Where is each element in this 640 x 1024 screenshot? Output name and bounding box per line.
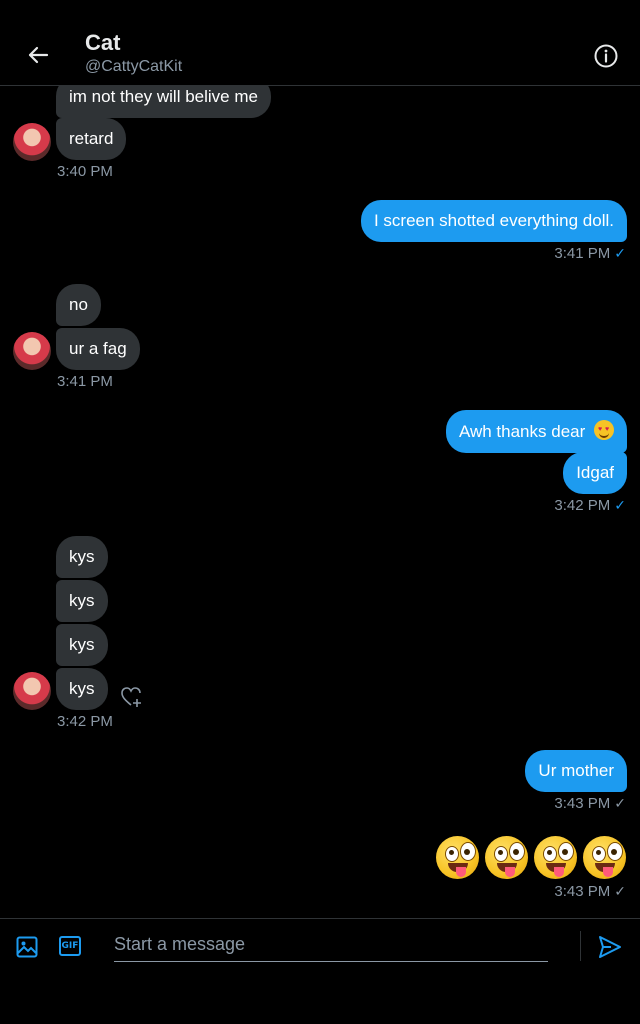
zany-face-icon [534,836,577,879]
outgoing-message[interactable]: Idgaf [563,452,627,494]
info-icon [594,44,618,68]
timestamp-text: 3:42 PM [554,497,611,514]
add-media-button[interactable] [15,935,39,959]
checkmark-icon: ✓ [614,795,626,811]
zany-face-icon [436,836,479,879]
contact-name: Cat [85,30,121,55]
message-timestamp: 3:42 PM ✓ [554,497,626,514]
message-timestamp: 3:41 PM [57,373,113,390]
checkmark-icon: ✓ [614,245,626,261]
timestamp-text: 3:43 PM [554,883,611,900]
timestamp-text: 3:41 PM [554,245,611,262]
composer-divider [580,931,581,961]
incoming-message[interactable]: kys [56,536,108,578]
gif-button[interactable]: GIF [59,936,81,956]
conversation-title[interactable]: Cat @CattyCatKit [85,30,182,77]
message-timestamp: 3:43 PM ✓ [554,883,626,900]
info-button[interactable] [592,42,620,70]
zany-face-icon [583,836,626,879]
dm-conversation-screen: im not they will belive me retard 3:40 P… [0,0,640,1024]
send-icon [599,936,621,958]
outgoing-message[interactable]: I screen shotted everything doll. [360,200,627,242]
timestamp-text: 3:43 PM [554,795,611,812]
avatar[interactable] [13,332,51,370]
checkmark-icon: ✓ [614,883,626,899]
incoming-message[interactable]: kys [56,580,108,622]
emoji-message[interactable] [436,836,626,879]
checkmark-icon: ✓ [614,497,626,513]
avatar[interactable] [13,123,51,161]
incoming-message[interactable]: no [56,284,101,326]
message-timestamp: 3:43 PM ✓ [554,795,626,812]
incoming-message[interactable]: kys [56,668,108,710]
send-button[interactable] [597,934,623,960]
smiling-face-with-heart-eyes-icon: ♥ ♥ [594,420,614,440]
incoming-message[interactable]: retard [56,118,127,160]
arrow-left-icon [28,46,49,64]
message-timestamp: 3:41 PM ✓ [554,245,626,262]
back-button[interactable] [20,37,56,73]
image-icon [16,936,38,958]
message-timestamp: 3:40 PM [57,163,113,180]
zany-face-icon [485,836,528,879]
avatar[interactable] [13,672,51,710]
message-text: Awh thanks dear [458,422,586,441]
outgoing-message[interactable]: Awh thanks dear ♥ ♥ [445,410,627,453]
conversation-header: Cat @CattyCatKit [0,0,640,86]
outgoing-message[interactable]: Ur mother [525,750,627,792]
incoming-message[interactable]: ur a fag [56,328,140,370]
heart-plus-icon[interactable] [120,686,144,713]
message-list[interactable]: im not they will belive me retard 3:40 P… [0,0,640,918]
contact-handle: @CattyCatKit [85,58,183,75]
message-composer: GIF [0,918,640,1024]
incoming-message[interactable]: kys [56,624,108,666]
message-input[interactable] [114,927,548,962]
message-timestamp: 3:42 PM [57,713,113,730]
